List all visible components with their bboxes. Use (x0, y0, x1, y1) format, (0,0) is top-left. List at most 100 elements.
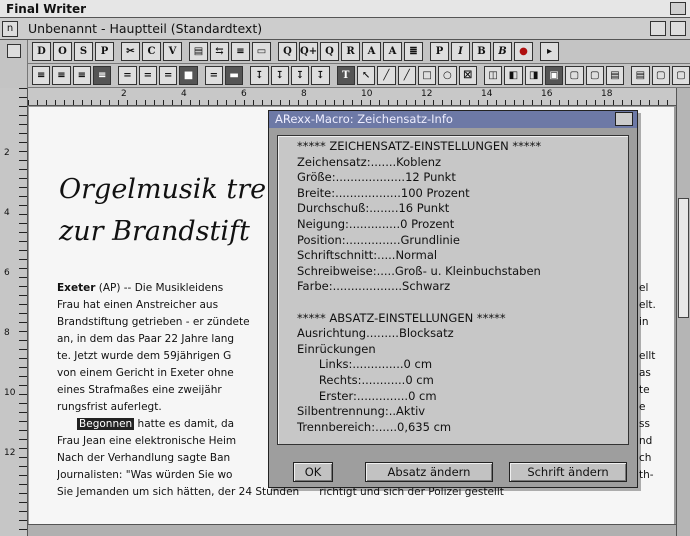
dialog-line: Ausrichtung.........Blocksatz (297, 326, 454, 341)
spacing-onehalf-button[interactable]: = (138, 66, 157, 85)
new-document-button[interactable]: D (32, 42, 51, 61)
vruler-ticks (19, 88, 27, 536)
spacing-single-button[interactable]: = (118, 66, 137, 85)
field-icon[interactable]: ▢ (671, 66, 690, 85)
list-button[interactable]: ≡ (231, 42, 250, 61)
selected-word[interactable]: Begonnen (77, 418, 135, 430)
spacing-custom-button[interactable]: ■ (179, 66, 198, 85)
headline-line-2: zur Brandstift (59, 216, 250, 247)
record-icon[interactable]: ● (514, 42, 533, 61)
swap-button[interactable]: ⇆ (210, 42, 229, 61)
format-icon[interactable]: ≣ (404, 42, 423, 61)
text-tool-icon[interactable]: T (336, 66, 355, 85)
change-font-button[interactable]: Schrift ändern (509, 462, 627, 482)
dialog-line: Neigung:..............0 Prozent (297, 216, 455, 231)
horizontal-scrollbar[interactable] (28, 524, 676, 536)
print-button[interactable]: P (95, 42, 114, 61)
zoom-gadget[interactable] (650, 21, 666, 36)
spellcheck-icon[interactable]: R (341, 42, 360, 61)
rectangle-tool-icon[interactable]: □ (417, 66, 437, 85)
search-replace-icon[interactable]: Q+ (299, 42, 318, 61)
dialog-line: Silbentrennung:..Aktiv (297, 404, 426, 419)
columns-icon[interactable]: ▤ (605, 66, 625, 85)
screen-title: Final Writer (6, 2, 87, 16)
copy-button[interactable]: C (142, 42, 161, 61)
save-button[interactable]: S (74, 42, 93, 61)
layout-button[interactable]: ▤ (189, 42, 208, 61)
depth-gadget[interactable] (670, 21, 686, 36)
vertical-scrollbar[interactable] (676, 88, 690, 536)
ok-button[interactable]: OK (293, 462, 333, 482)
picture-right-icon[interactable]: ◨ (524, 66, 543, 85)
headline-line-1: Orgelmusik tre (59, 174, 267, 205)
ruler-number: 4 (181, 89, 187, 99)
indent-button[interactable]: = (204, 66, 223, 85)
page-layout-icon[interactable]: ▢ (585, 66, 604, 85)
toolbar-format: ≡ ≡ ≡ ≡ = = = ■ = ▬ ↧ ↧ ↧ ↧ T ↖ ╱ ╱ □ ○ … (28, 64, 690, 88)
dialog-line: Durchschuß:........16 Punkt (297, 201, 450, 216)
vruler-number: 8 (4, 328, 10, 338)
screen-depth-gadget[interactable] (670, 2, 686, 15)
grid-icon[interactable]: ▤ (631, 66, 650, 85)
scrollbar-knob[interactable] (678, 198, 689, 318)
vruler-number: 10 (4, 388, 16, 398)
italic-button[interactable]: I (451, 42, 470, 61)
tab-decimal-icon[interactable]: ↧ (311, 66, 330, 85)
dialog-title: ARexx-Macro: Zeichensatz-Info (275, 112, 453, 126)
oval-tool-icon[interactable]: ○ (438, 66, 457, 85)
picture-left-icon[interactable]: ◧ (504, 66, 523, 85)
ruler-number: 14 (481, 89, 493, 99)
bold-button[interactable]: B (472, 42, 491, 61)
ruler-number: 10 (361, 89, 373, 99)
align-justify-button[interactable]: ≡ (92, 66, 112, 85)
font-info-dialog: ARexx-Macro: Zeichensatz-Info ***** ZEIC… (268, 110, 638, 488)
align-right-button[interactable]: ≡ (72, 66, 91, 85)
paste-button[interactable]: V (163, 42, 182, 61)
tab-right-icon[interactable]: ↧ (290, 66, 310, 85)
window-title-bar[interactable]: n Unbenannt - Hauptteil (Standardtext) (0, 18, 690, 40)
open-button[interactable]: O (53, 42, 72, 61)
window-title: Unbenannt - Hauptteil (Standardtext) (28, 21, 263, 36)
dialog-depth-gadget[interactable] (615, 112, 633, 126)
new-page-icon[interactable] (7, 44, 21, 58)
horizontal-ruler[interactable]: 2 4 6 8 10 12 14 16 18 (28, 88, 680, 106)
right-column-fragments: el elt. in ellt as te e ss nd ch th- (639, 282, 656, 481)
dialog-title-bar[interactable]: ARexx-Macro: Zeichensatz-Info (269, 111, 637, 128)
dialog-line: Breite:..................100 Prozent (297, 185, 470, 200)
bold-italic-button[interactable]: B (493, 42, 512, 61)
frame-tool-icon[interactable]: ◫ (483, 66, 503, 85)
margin-icon[interactable]: ▢ (651, 66, 670, 85)
dialog-settings-list: ***** ZEICHENSATZ-EINSTELLUNGEN ***** Ze… (297, 139, 541, 435)
cut-button[interactable]: ✂ (121, 42, 140, 61)
pointer-tool-icon[interactable]: ↖ (356, 66, 376, 85)
plain-text-button[interactable]: P (430, 42, 449, 61)
tab-left-icon[interactable]: ↧ (250, 66, 269, 85)
search-next-icon[interactable]: Q (320, 42, 339, 61)
align-center-button[interactable]: ≡ (52, 66, 71, 85)
close-gadget[interactable]: n (2, 21, 18, 37)
dialog-line: Schreibweise:.....Groß- u. Kleinbuchstab… (297, 263, 541, 278)
font-size-icon[interactable]: A (362, 42, 381, 61)
vruler-number: 4 (4, 208, 10, 218)
outdent-button[interactable]: ▬ (224, 66, 244, 85)
search-icon[interactable]: Q (278, 42, 297, 61)
dialog-line: Position:...............Grundlinie (297, 232, 460, 247)
ruler-number: 12 (421, 89, 433, 99)
line-tool-icon[interactable]: ╱ (377, 66, 396, 85)
change-paragraph-button[interactable]: Absatz ändern (365, 462, 493, 482)
page-view-icon[interactable]: ▢ (565, 66, 584, 85)
ruler-number: 8 (301, 89, 307, 99)
box-tool-icon[interactable]: ☒ (458, 66, 477, 85)
text-style-icon[interactable]: A (383, 42, 402, 61)
picture-fill-icon[interactable]: ▣ (544, 66, 564, 85)
dialog-line (297, 295, 541, 311)
align-left-button[interactable]: ≡ (32, 66, 51, 85)
more-arrow-icon[interactable]: ▸ (540, 42, 559, 61)
spacing-double-button[interactable]: = (158, 66, 178, 85)
frame-button[interactable]: ▭ (252, 42, 271, 61)
left-tool-area (0, 40, 28, 88)
ruler-number: 18 (601, 89, 613, 99)
tab-center-icon[interactable]: ↧ (270, 66, 289, 85)
dialog-line: ***** ZEICHENSATZ-EINSTELLUNGEN ***** (297, 139, 542, 153)
diagonal-tool-icon[interactable]: ╱ (397, 66, 416, 85)
